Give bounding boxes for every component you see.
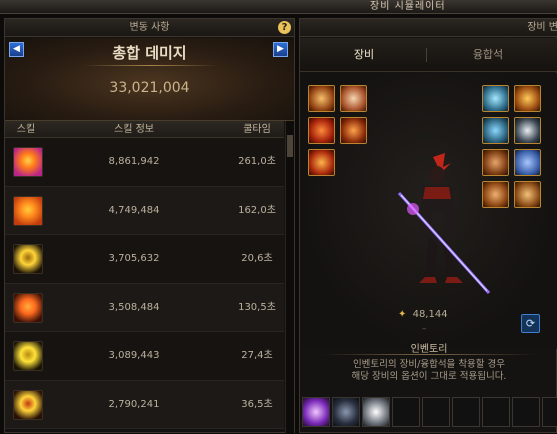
equip-slot[interactable] — [340, 117, 367, 144]
inventory-description: 인벤토리의 장비/융합석을 착용할 경우 해당 장비의 옵션이 그대로 적용됩니… — [300, 359, 557, 383]
help-icon[interactable]: ? — [278, 21, 291, 34]
skill-row[interactable]: 2,790,241 36,5초 — [5, 380, 284, 429]
inventory-section: 인벤토리 인벤토리의 장비/융합석을 착용할 경우 해당 장비의 옵션이 그대로… — [300, 340, 557, 395]
col-skill: 스킬 — [16, 124, 36, 135]
skill-cooldown: 162,0초 — [238, 204, 276, 216]
equip-slot[interactable] — [308, 117, 335, 144]
combat-power-value: 48,144 — [412, 309, 448, 320]
skill-value: 3,089,443 — [108, 350, 160, 361]
inventory-slot[interactable] — [302, 397, 330, 427]
changes-header-title: 변동 사항 — [129, 22, 170, 33]
tab-fusion-stone[interactable]: 융합석 — [428, 38, 548, 72]
wing-icon: ✦ — [398, 309, 407, 320]
inventory-slot[interactable] — [512, 397, 540, 427]
inventory-title: 인벤토리 — [410, 344, 448, 355]
equip-slot[interactable] — [514, 85, 541, 112]
total-damage-value: 33,021,004 — [109, 80, 190, 96]
col-skill-info: 스킬 정보 — [114, 124, 154, 135]
equipment-tabs: 장비 융합석 — [300, 38, 557, 72]
combat-power: ✦ 48,144 — [398, 309, 448, 320]
skill-icon-orbit — [13, 341, 43, 371]
inventory-slot[interactable] — [542, 397, 557, 427]
skill-table-header: 스킬 스킬 정보 쿨타임 — [5, 121, 284, 138]
skill-icon-slash — [13, 195, 43, 226]
tab-divider — [426, 48, 427, 62]
skill-value: 4,749,484 — [108, 204, 160, 216]
equip-slot[interactable] — [514, 117, 541, 144]
col-cooldown: 쿨타임 — [243, 124, 271, 135]
skill-value: 3,508,484 — [108, 301, 160, 313]
equipment-header-title: 장비 변 — [527, 22, 557, 33]
skill-row[interactable]: 3,508,484 130,5초 — [5, 283, 284, 332]
skill-value: 8,861,942 — [108, 156, 160, 167]
skill-value: 3,705,632 — [108, 253, 160, 264]
skill-icon-ring — [13, 244, 43, 274]
equip-slot[interactable] — [514, 149, 541, 176]
inventory-slot[interactable] — [422, 397, 450, 427]
skill-cooldown: 130,5초 — [238, 301, 276, 313]
inventory-desc-line: 해당 장비의 옵션이 그대로 적용됩니다. — [351, 371, 507, 382]
total-damage-label: 총합 데미지 — [112, 44, 187, 62]
equip-slot[interactable] — [308, 85, 335, 112]
window-title: 장비 시뮬레이터 — [370, 1, 446, 12]
skill-row[interactable]: 3,089,443 27,4초 — [5, 332, 284, 381]
divider — [322, 354, 536, 355]
inventory-slot[interactable] — [452, 397, 480, 427]
skill-row[interactable]: 8,861,942 261,0초 — [5, 138, 284, 187]
equipment-panel: 장비 변 장비 융합석 ✦ 48,144 – ⟳ 인벤토리 인벤토리의 장비/융… — [299, 18, 557, 433]
skill-cooldown: 261,0초 — [238, 156, 276, 167]
skill-icon-flare — [13, 147, 43, 177]
skill-row[interactable]: 3,705,632 20,6초 — [5, 235, 284, 284]
skill-list: 8,861,942 261,0초 4,749,484 162,0초 3,705,… — [5, 138, 284, 429]
skill-icon-burst — [13, 292, 43, 323]
scrollbar-thumb[interactable] — [287, 135, 293, 157]
equip-slot[interactable] — [482, 117, 509, 144]
skill-list-scrollbar[interactable] — [285, 121, 294, 433]
combat-power-delta: – — [422, 324, 427, 334]
changes-header: 변동 사항 ? — [5, 19, 294, 37]
skill-cooldown: 20,6초 — [241, 253, 273, 264]
divider — [83, 65, 218, 66]
inventory-slot[interactable] — [482, 397, 510, 427]
inventory-desc-line: 인벤토리의 장비/융합석을 착용할 경우 — [352, 359, 506, 370]
skill-row[interactable]: 4,749,484 162,0초 — [5, 186, 284, 235]
skill-cooldown: 36,5초 — [241, 398, 273, 410]
inventory-slot[interactable] — [392, 397, 420, 427]
character-avatar — [397, 153, 491, 295]
skill-value: 2,790,241 — [108, 398, 160, 410]
equip-slot[interactable] — [308, 149, 335, 176]
equip-slot[interactable] — [482, 85, 509, 112]
total-damage-box: ◀ ▶ 총합 데미지 33,021,004 — [5, 38, 294, 121]
equip-slot[interactable] — [514, 181, 541, 208]
window-titlebar: 장비 시뮬레이터 — [0, 0, 557, 14]
equipment-header: 장비 변 — [300, 19, 557, 37]
skill-cooldown: 27,4초 — [241, 350, 273, 361]
inventory-slot[interactable] — [332, 397, 360, 427]
tab-equipment[interactable]: 장비 — [304, 38, 424, 72]
inventory-grid — [302, 397, 557, 434]
inventory-slot[interactable] — [362, 397, 390, 427]
skill-icon-star — [13, 389, 43, 420]
refresh-icon[interactable]: ⟳ — [521, 314, 540, 333]
changes-panel: 변동 사항 ? ◀ ▶ 총합 데미지 33,021,004 스킬 스킬 정보 쿨… — [4, 18, 295, 433]
character-stage: ✦ 48,144 – ⟳ — [300, 73, 557, 349]
equip-slot[interactable] — [340, 85, 367, 112]
